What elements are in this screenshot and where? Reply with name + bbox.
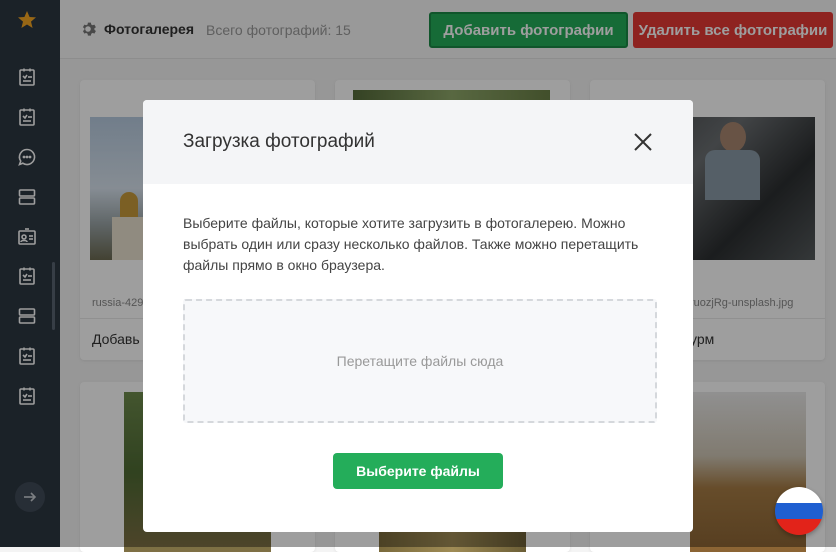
dialog-description: Выберите файлы, которые хотите загрузить… — [183, 215, 639, 273]
close-icon[interactable] — [633, 132, 653, 152]
russia-flag-icon[interactable] — [775, 487, 823, 535]
dialog-header: Загрузка фотографий — [143, 100, 693, 184]
dropzone-label: Перетащите файлы сюда — [336, 353, 504, 369]
upload-dialog: Загрузка фотографий Выберите файлы, кото… — [143, 100, 693, 532]
choose-files-button[interactable]: Выберите файлы — [333, 453, 503, 489]
dialog-title: Загрузка фотографий — [183, 131, 375, 152]
file-dropzone[interactable]: Перетащите файлы сюда — [183, 299, 657, 423]
